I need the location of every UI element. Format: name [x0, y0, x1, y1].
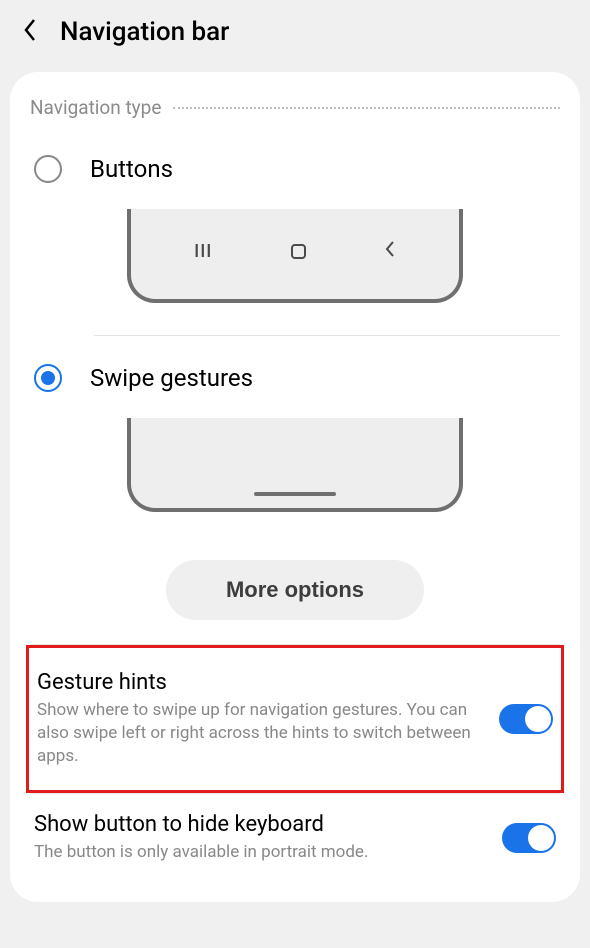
hide-keyboard-row[interactable]: Show button to hide keyboard The button … [30, 794, 560, 882]
more-options-button[interactable]: More options [166, 560, 424, 620]
hide-keyboard-title: Show button to hide keyboard [34, 812, 484, 837]
option-gestures-row[interactable]: Swipe gestures [30, 356, 560, 400]
gesture-hints-desc: Show where to swipe up for navigation ge… [37, 699, 481, 768]
page-title: Navigation bar [60, 17, 229, 47]
gesture-hints-row[interactable]: Gesture hints Show where to swipe up for… [33, 652, 557, 786]
settings-card: Navigation type Buttons III Swipe gestur… [10, 72, 580, 902]
back-icon[interactable] [20, 16, 40, 48]
recents-icon: III [194, 241, 212, 262]
gestures-preview [30, 400, 560, 512]
radio-unselected-icon[interactable] [34, 155, 62, 183]
app-header: Navigation bar [0, 0, 590, 64]
section-header: Navigation type [30, 96, 560, 119]
highlight-box: Gesture hints Show where to swipe up for… [26, 645, 564, 793]
phone-frame-icon [127, 418, 463, 512]
buttons-preview: III [30, 191, 560, 335]
gesture-hints-toggle[interactable] [499, 704, 553, 734]
dotted-divider [173, 107, 560, 109]
hide-keyboard-text: Show button to hide keyboard The button … [34, 812, 484, 864]
navback-icon [384, 240, 396, 262]
gesture-bar-icon [254, 492, 336, 496]
option-buttons-label: Buttons [90, 155, 173, 183]
divider [94, 335, 560, 336]
section-label: Navigation type [30, 96, 161, 119]
phone-frame-icon: III [127, 209, 463, 303]
hide-keyboard-toggle[interactable] [502, 823, 556, 853]
gesture-hints-text: Gesture hints Show where to swipe up for… [37, 670, 481, 768]
more-options-wrap: More options [30, 512, 560, 620]
option-buttons-row[interactable]: Buttons [30, 147, 560, 191]
home-icon [291, 244, 306, 259]
option-gestures-label: Swipe gestures [90, 364, 253, 392]
radio-selected-icon[interactable] [34, 364, 62, 392]
hide-keyboard-desc: The button is only available in portrait… [34, 841, 484, 864]
gesture-hints-title: Gesture hints [37, 670, 481, 695]
